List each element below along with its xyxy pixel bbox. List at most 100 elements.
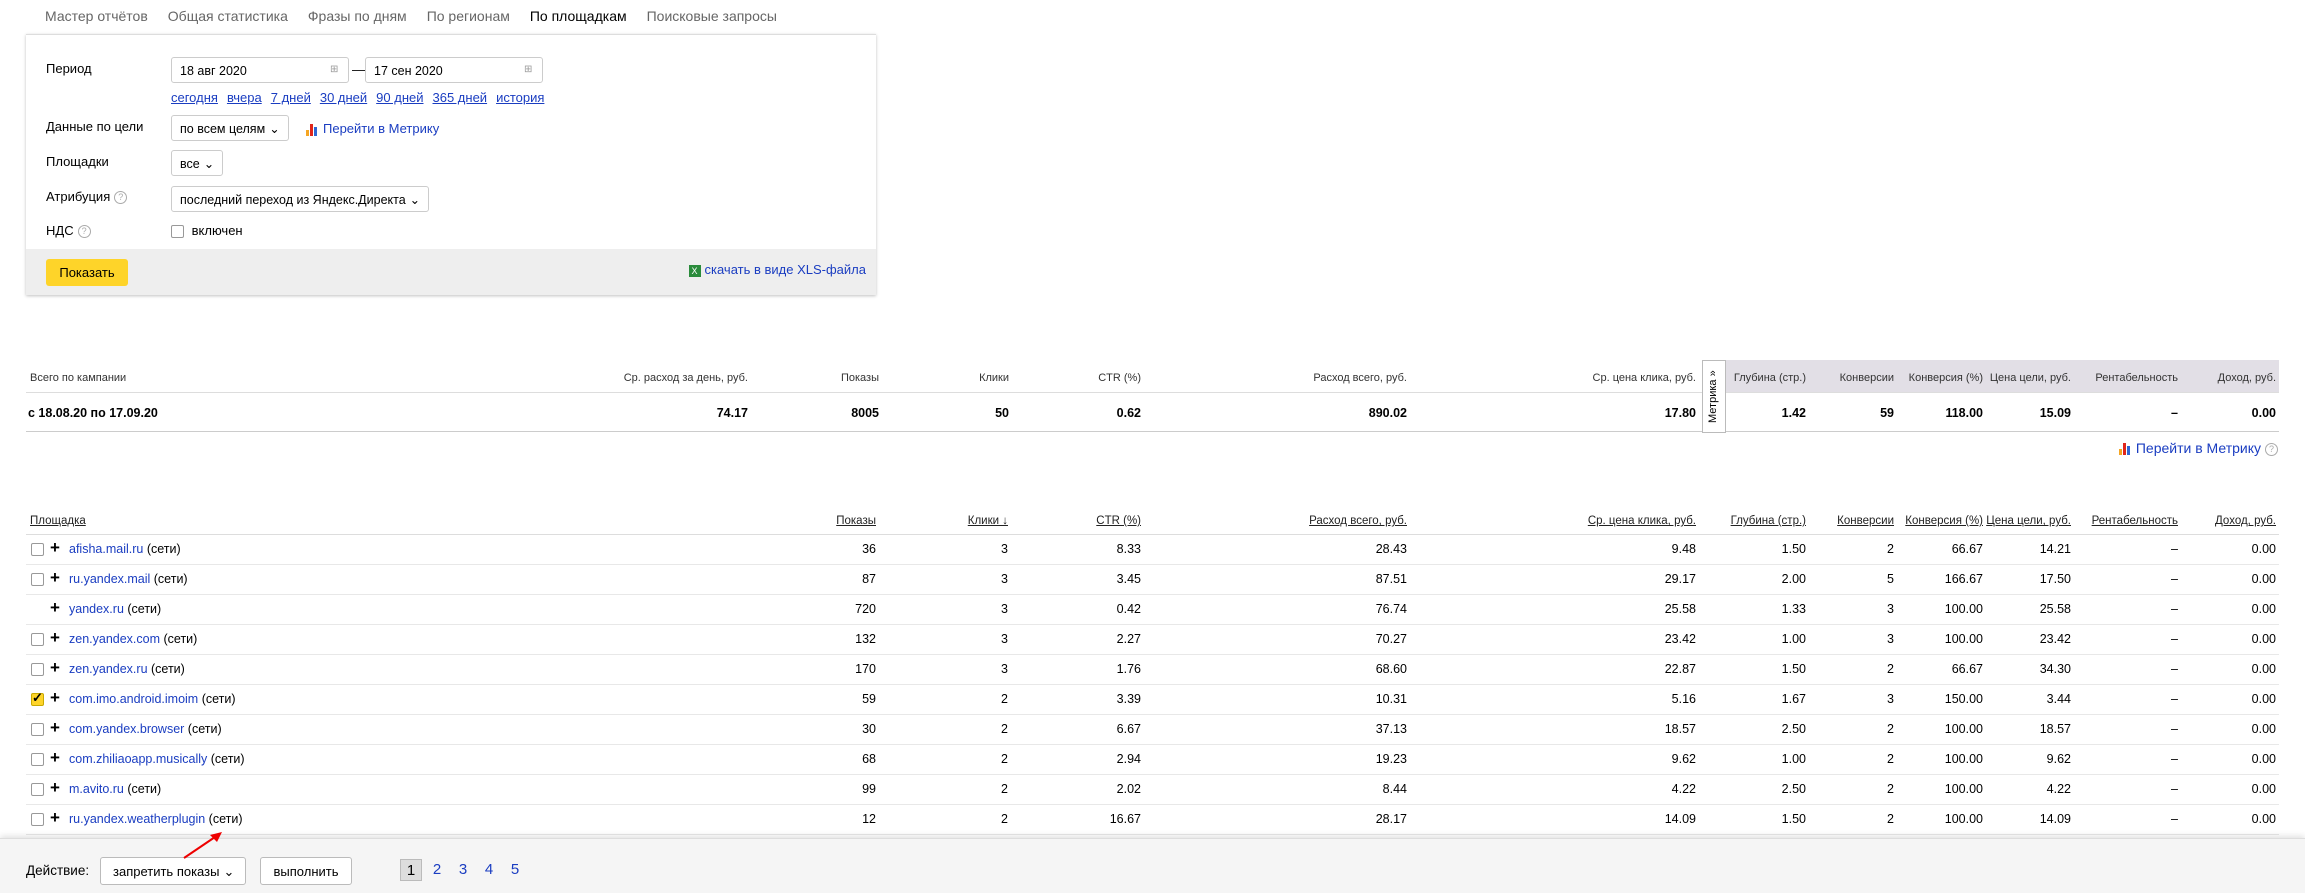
column-header-5[interactable]: Ср. цена клика, руб. [1588, 515, 1696, 527]
site-link[interactable]: zen.yandex.com [69, 632, 160, 646]
xls-download-link[interactable]: Xскачать в виде XLS-файла [688, 262, 867, 277]
cell-5: 5.16 [1671, 692, 1696, 706]
expand-plus-icon[interactable]: + [50, 538, 60, 558]
expand-plus-icon[interactable]: + [50, 778, 60, 798]
row-checkbox[interactable] [31, 633, 44, 646]
page-2[interactable]: 2 [426, 859, 448, 881]
table-row: + afisha.mail.ru (сети) 36 3 8.33 28.43 9.48 1.… [26, 535, 2279, 565]
page-1[interactable]: 1 [400, 859, 422, 881]
expand-plus-icon[interactable]: + [50, 568, 60, 588]
row-checkbox[interactable] [31, 663, 44, 676]
metrika-toggle-tab[interactable]: Метрика » [1702, 360, 1726, 433]
expand-plus-icon[interactable]: + [50, 808, 60, 828]
site-link[interactable]: com.yandex.browser [69, 722, 184, 736]
cell-7: 2 [1887, 542, 1894, 556]
show-button[interactable]: Показать [46, 259, 128, 286]
row-checkbox[interactable] [31, 573, 44, 586]
table-row: + com.yandex.browser (сети) 30 2 6.67 37.13 18… [26, 715, 2279, 745]
quick-link-7-days[interactable]: 7 дней [271, 90, 311, 105]
platforms-select[interactable]: все ⌄ [171, 150, 224, 176]
quick-link-today[interactable]: сегодня [171, 90, 218, 105]
site-suffix: (сети) [160, 632, 198, 646]
expand-plus-icon[interactable]: + [50, 598, 60, 618]
quick-link-30-days[interactable]: 30 дней [320, 90, 367, 105]
row-checkbox[interactable] [31, 753, 44, 766]
site-suffix: (сети) [123, 782, 162, 796]
column-header-10[interactable]: Рентабельность [2092, 515, 2178, 527]
cell-3: 0.42 [1116, 602, 1141, 616]
row-checkbox[interactable] [31, 783, 44, 796]
platforms-table: Площадка Показы Клики ↓ CTR (%) Расход всего… [26, 508, 2279, 865]
expand-plus-icon[interactable]: + [50, 688, 60, 708]
cell-5: 23.42 [1664, 632, 1696, 646]
expand-plus-icon[interactable]: + [50, 748, 60, 768]
site-link[interactable]: com.imo.android.imoim [69, 692, 198, 706]
help-icon[interactable]: ? [77, 225, 91, 239]
metrika-link[interactable]: Перейти в Метрику [306, 121, 439, 136]
column-header-0[interactable]: Площадка [30, 515, 86, 527]
summary-header-10: Цена цели, руб. [1989, 372, 2071, 384]
help-icon[interactable]: ? [114, 191, 128, 205]
site-link[interactable]: zen.yandex.ru [69, 662, 148, 676]
site-link[interactable]: yandex.ru [69, 602, 124, 616]
column-header-6[interactable]: Глубина (стр.) [1731, 515, 1806, 527]
expand-plus-icon[interactable]: + [50, 658, 60, 678]
report-tabs: Мастер отчётов Общая статистика Фразы по д… [35, 0, 787, 36]
calendar-icon[interactable]: ⊞ [330, 65, 342, 75]
summary-header-8: Конверсии [1839, 372, 1894, 384]
tab-2[interactable]: Фразы по дням [298, 0, 417, 34]
column-header-11[interactable]: Доход, руб. [2215, 515, 2276, 527]
xls-download-text: скачать в виде XLS-файла [704, 262, 867, 277]
row-checkbox[interactable] [31, 813, 44, 826]
summary-value-6: 17.80 [1664, 406, 1696, 420]
cell-8: 100.00 [1944, 752, 1983, 766]
expand-plus-icon[interactable]: + [50, 718, 60, 738]
page-5[interactable]: 5 [504, 859, 526, 881]
tab-0[interactable]: Мастер отчётов [35, 0, 158, 34]
cell-7: 2 [1887, 812, 1894, 826]
page-4[interactable]: 4 [478, 859, 500, 881]
tab-5[interactable]: Поисковые запросы [637, 0, 787, 34]
date-to-input[interactable]: 17 сен 2020 ⊞ [365, 57, 543, 83]
site-suffix: (сети) [207, 752, 245, 766]
site-link[interactable]: ru.yandex.mail [69, 572, 150, 586]
column-header-7[interactable]: Конверсии [1837, 515, 1894, 527]
vat-checkbox[interactable] [171, 225, 184, 239]
cell-10: – [2171, 752, 2178, 766]
quick-link-yesterday[interactable]: вчера [227, 90, 262, 105]
tab-4[interactable]: По площадкам [519, 0, 637, 36]
tab-1[interactable]: Общая статистика [158, 0, 298, 34]
run-action-button[interactable]: выполнить [260, 857, 352, 885]
row-checkbox[interactable] [31, 723, 44, 736]
column-header-3[interactable]: CTR (%) [1096, 515, 1141, 527]
vat-checkbox-label: включен [191, 223, 243, 238]
date-from-input[interactable]: 18 авг 2020 ⊞ [171, 57, 349, 83]
cell-3: 2.27 [1116, 632, 1141, 646]
column-header-9[interactable]: Цена цели, руб. [1986, 515, 2071, 527]
attribution-select[interactable]: последний переход из Яндекс.Директа ⌄ [171, 186, 430, 212]
table-row: + com.imo.android.imoim (сети) 59 2 3.39 10.3… [26, 685, 2279, 715]
column-header-1[interactable]: Показы [836, 515, 876, 527]
tab-3[interactable]: По регионам [417, 0, 520, 34]
quick-link-history[interactable]: история [496, 90, 544, 105]
column-header-8[interactable]: Конверсия (%) [1905, 515, 1983, 527]
help-icon[interactable]: ? [2265, 442, 2278, 456]
site-link[interactable]: ru.yandex.weatherplugin [69, 812, 205, 826]
calendar-icon[interactable]: ⊞ [524, 65, 536, 75]
site-link[interactable]: com.zhiliaoapp.musically [69, 752, 207, 766]
cell-8: 150.00 [1944, 692, 1983, 706]
quick-link-365-days[interactable]: 365 дней [433, 90, 488, 105]
expand-plus-icon[interactable]: + [50, 628, 60, 648]
page-3[interactable]: 3 [452, 859, 474, 881]
goal-select[interactable]: по всем целям ⌄ [171, 115, 289, 141]
row-checkbox[interactable] [31, 543, 44, 556]
column-header-2[interactable]: Клики ↓ [968, 515, 1008, 527]
row-checkbox[interactable] [31, 690, 44, 706]
summary-value-4: 0.62 [1116, 406, 1141, 420]
column-header-4[interactable]: Расход всего, руб. [1309, 515, 1407, 527]
metrika-link-summary[interactable]: Перейти в Метрику? [2118, 440, 2278, 456]
cell-10: – [2171, 632, 2178, 646]
site-link[interactable]: afisha.mail.ru [69, 542, 143, 556]
quick-link-90-days[interactable]: 90 дней [376, 90, 423, 105]
site-link[interactable]: m.avito.ru [69, 782, 124, 796]
